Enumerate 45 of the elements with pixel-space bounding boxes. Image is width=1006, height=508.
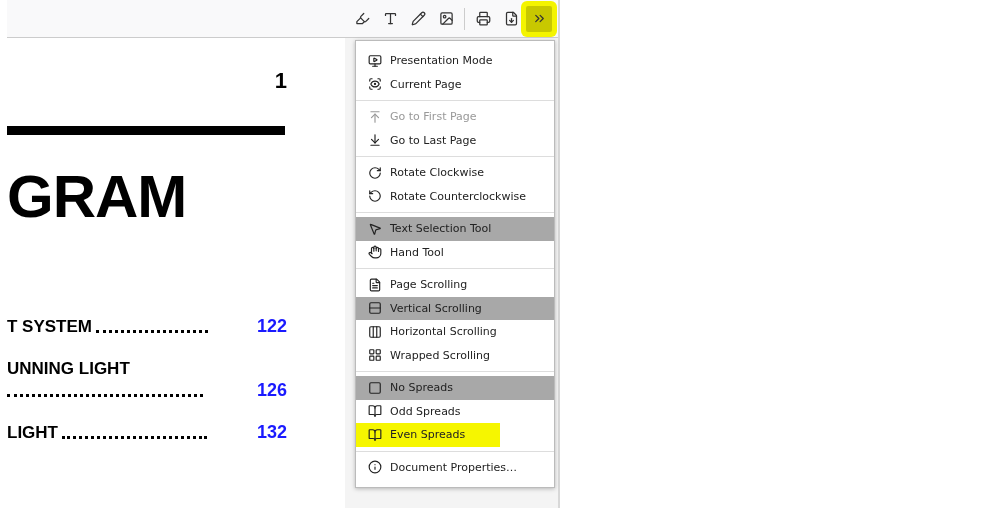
- menu-item[interactable]: Page Scrolling: [356, 273, 554, 297]
- rows-icon: [368, 301, 382, 316]
- menu-item[interactable]: Vertical Scrolling: [356, 296, 554, 320]
- menu-item[interactable]: Horizontal Scrolling: [356, 320, 554, 344]
- menu-item[interactable]: Odd Spreads: [356, 399, 554, 423]
- eye-icon: [368, 77, 382, 92]
- menu-item[interactable]: Rotate Clockwise: [356, 161, 554, 185]
- pencil-icon: [410, 11, 426, 26]
- text-icon: [382, 11, 398, 26]
- arrow-up-icon: [368, 109, 382, 124]
- menu-item[interactable]: Wrapped Scrolling: [356, 343, 554, 367]
- menu-item[interactable]: Text Selection Tool: [356, 217, 554, 241]
- grid-icon: [368, 348, 382, 363]
- square-icon: [368, 380, 382, 395]
- toc-page-link[interactable]: 132: [256, 422, 287, 443]
- menu-item[interactable]: Go to Last Page: [356, 128, 554, 152]
- columns-icon: [368, 324, 382, 339]
- image-icon: [438, 11, 454, 26]
- pointer-icon: [368, 221, 382, 236]
- arrow-down-icon: [368, 133, 382, 148]
- toc-page-link[interactable]: 126: [256, 380, 287, 401]
- book-icon: [368, 404, 382, 419]
- menu-item[interactable]: No Spreads: [356, 376, 554, 400]
- menu-item[interactable]: Presentation Mode: [356, 49, 554, 73]
- page-icon: [368, 277, 382, 292]
- menu-item[interactable]: Hand Tool: [356, 240, 554, 264]
- page-heading: GRAM: [7, 167, 188, 227]
- page-number: 1: [274, 68, 287, 94]
- rotate-counterclockwise-icon: [368, 189, 382, 204]
- menu-item[interactable]: Document Properties…: [356, 455, 554, 479]
- highlighter-icon: [354, 11, 370, 26]
- info-icon: [368, 460, 382, 475]
- toc-entry: LIGHT: [7, 423, 58, 443]
- print-icon: [475, 11, 491, 26]
- rotate-clockwise-icon: [368, 165, 382, 180]
- download-icon: [503, 11, 519, 26]
- menu-item[interactable]: Even Spreads: [356, 423, 500, 447]
- toc-entry: T SYSTEM: [7, 317, 92, 337]
- book-icon: [368, 427, 382, 442]
- menu-item[interactable]: Rotate Counterclockwise: [356, 184, 554, 208]
- hand-icon: [368, 245, 382, 260]
- menu-item[interactable]: Current Page: [356, 72, 554, 96]
- toc-entry: UNNING LIGHT: [7, 359, 130, 379]
- toc-page-link[interactable]: 122: [256, 316, 287, 337]
- presentation-icon: [368, 53, 382, 68]
